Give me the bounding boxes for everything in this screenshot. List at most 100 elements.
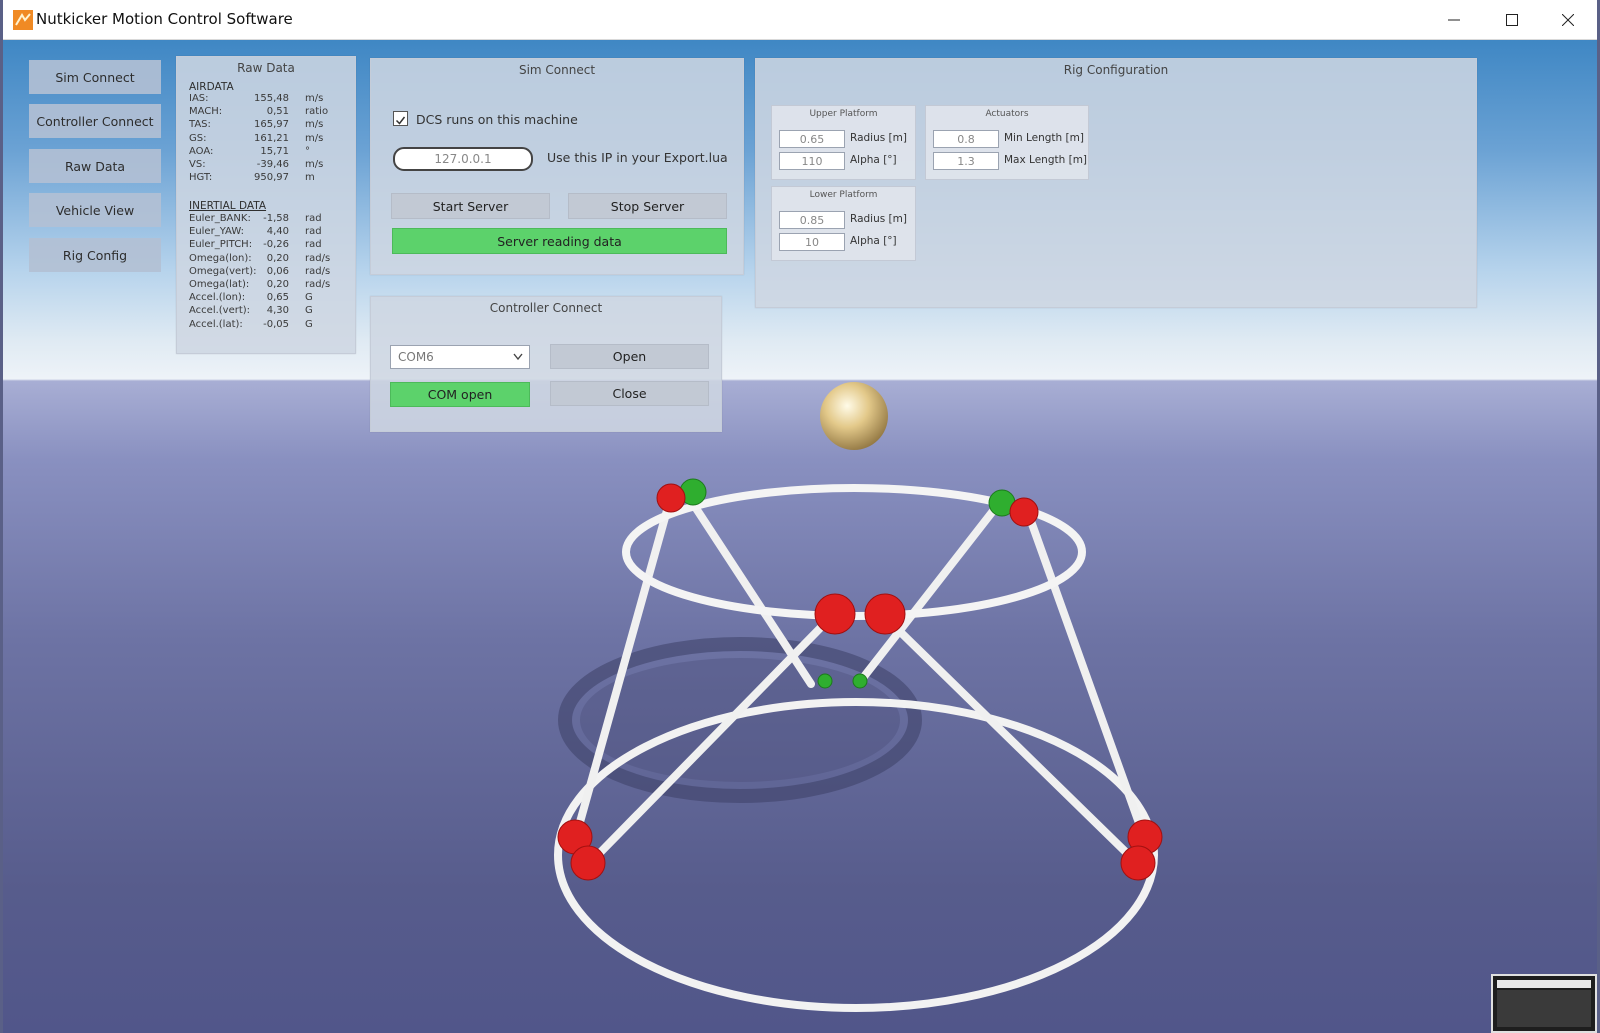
inertial-value: 0,20: [266, 279, 289, 290]
actuators-title: Actuators: [985, 109, 1029, 119]
inertial-unit: rad: [305, 239, 322, 251]
airdata-value: 161,21: [254, 132, 289, 144]
window-thumbnail: [1491, 974, 1597, 1033]
actuators-group: Actuators 0.8 Min Length [m] 1.3 Max Len…: [925, 105, 1089, 180]
airdata-value: 15,71: [260, 145, 289, 157]
lower-alpha-input[interactable]: 10: [779, 233, 845, 251]
com-port-select[interactable]: COM6: [390, 345, 530, 369]
com-status-indicator: COM open: [390, 382, 530, 407]
start-server-button[interactable]: Start Server: [391, 193, 550, 219]
inertial-unit: G: [305, 292, 313, 304]
inertial-name: Euler_BANK:: [189, 213, 251, 224]
rig-configuration-title: Rig Configuration: [1063, 63, 1169, 77]
upper-radius-label: Radius [m]: [850, 132, 907, 144]
server-status-indicator: Server reading data: [392, 228, 727, 254]
inertial-row: Euler_PITCH: -0,26 rad: [177, 238, 347, 251]
min-length-input[interactable]: 0.8: [933, 130, 999, 148]
maximize-button[interactable]: [1483, 0, 1541, 39]
dcs-local-label: DCS runs on this machine: [416, 112, 578, 127]
raw-data-title: Raw Data: [237, 61, 295, 75]
sim-connect-panel: Sim Connect DCS runs on this machine 127…: [370, 58, 744, 275]
upper-radius-input[interactable]: 0.65: [779, 130, 845, 148]
app-logo-icon: [13, 10, 33, 30]
airdata-unit: m/s: [305, 93, 324, 104]
com-port-value: COM6: [398, 350, 434, 364]
inertial-header: INERTIAL DATA: [189, 200, 267, 212]
controller-connect-panel: Controller Connect COM6 Open COM open Cl…: [370, 296, 722, 432]
nav-sim-connect[interactable]: Sim Connect: [29, 60, 161, 94]
nav-raw-data[interactable]: Raw Data: [29, 149, 161, 183]
airdata-name: MACH:: [189, 106, 223, 118]
close-window-button[interactable]: [1539, 0, 1597, 39]
lower-radius-label: Radius [m]: [850, 213, 907, 225]
dcs-local-checkbox[interactable]: [393, 111, 408, 126]
inertial-value: 0,06: [266, 265, 289, 277]
chevron-down-icon: [513, 353, 523, 361]
airdata-name: VS:: [189, 159, 206, 170]
inertial-value: -0,05: [263, 318, 289, 330]
inertial-row: Omega(lat): 0,20 rad/s: [177, 278, 347, 291]
upper-alpha-label: Alpha [°]: [850, 154, 897, 166]
nav-controller-connect[interactable]: Controller Connect: [29, 104, 161, 138]
airdata-value: 950,97: [254, 172, 289, 184]
inertial-row: Accel.(vert): 4,30 G: [177, 304, 347, 317]
inertial-unit: rad: [305, 226, 322, 238]
max-length-input[interactable]: 1.3: [933, 152, 999, 170]
airdata-name: IAS:: [189, 93, 209, 104]
ip-address-field[interactable]: 127.0.0.1: [393, 147, 533, 171]
target-ball: [820, 382, 888, 450]
airdata-name: GS:: [189, 132, 207, 144]
airdata-name: AOA:: [189, 145, 214, 157]
inertial-name: Accel.(lon):: [189, 292, 246, 304]
inertial-unit: rad/s: [305, 252, 331, 264]
airdata-row: MACH: 0,51 ratio: [177, 105, 347, 118]
minimize-button[interactable]: [1425, 0, 1483, 39]
airdata-row: IAS: 155,48 m/s: [177, 92, 347, 105]
inertial-name: Omega(lon):: [189, 252, 252, 264]
inertial-unit: rad/s: [305, 279, 331, 290]
ip-hint-label: Use this IP in your Export.lua: [547, 150, 728, 165]
open-com-button[interactable]: Open: [550, 344, 709, 369]
close-com-button[interactable]: Close: [550, 381, 709, 406]
platform-shadow-inner: [580, 658, 900, 782]
maximize-icon: [1506, 13, 1518, 26]
vehicle-viewport[interactable]: Sim Connect Controller Connect Raw Data …: [3, 40, 1597, 1033]
inertial-name: Euler_YAW:: [189, 226, 244, 238]
nav-rig-config[interactable]: Rig Config: [29, 238, 161, 272]
inertial-value: -0,26: [263, 239, 289, 251]
airdata-value: 0,51: [266, 106, 289, 118]
lower-radius-input[interactable]: 0.85: [779, 211, 845, 229]
airdata-value: 155,48: [254, 93, 289, 104]
title-bar: Nutkicker Motion Control Software: [3, 0, 1597, 40]
upper-alpha-input[interactable]: 110: [779, 152, 845, 170]
inertial-name: Accel.(vert):: [189, 305, 251, 317]
inertial-value: -1,58: [263, 213, 289, 224]
airdata-row: VS: -39,46 m/s: [177, 158, 347, 171]
close-icon: [1562, 13, 1574, 26]
inertial-name: Euler_PITCH:: [189, 239, 253, 251]
airdata-unit: m/s: [305, 159, 324, 170]
minimize-icon: [1448, 19, 1460, 20]
inertial-unit: G: [305, 305, 313, 317]
inertial-name: Omega(vert):: [189, 265, 257, 277]
airdata-unit: m/s: [305, 119, 324, 131]
inertial-row: Omega(vert): 0,06 rad/s: [177, 265, 347, 278]
airdata-row: GS: 161,21 m/s: [177, 132, 347, 145]
inertial-row: Accel.(lon): 0,65 G: [177, 291, 347, 304]
inertial-unit: rad: [305, 213, 322, 224]
stop-server-button[interactable]: Stop Server: [568, 193, 727, 219]
controller-connect-title: Controller Connect: [489, 301, 603, 315]
airdata-unit: °: [305, 145, 310, 157]
inertial-unit: G: [305, 318, 313, 330]
lower-alpha-label: Alpha [°]: [850, 235, 897, 247]
window-title: Nutkicker Motion Control Software: [36, 10, 293, 28]
airdata-value: 165,97: [254, 119, 289, 131]
airdata-row: TAS: 165,97 m/s: [177, 118, 347, 131]
raw-data-panel: Raw Data AIRDATA IAS: 155,48 m/s MACH: 0,51 r…: [176, 56, 356, 354]
inertial-row: Euler_YAW: 4,40 rad: [177, 225, 347, 238]
checkmark-icon: [395, 116, 406, 125]
nav-vehicle-view[interactable]: Vehicle View: [29, 193, 161, 227]
airdata-unit: m/s: [305, 132, 324, 144]
airdata-unit: ratio: [305, 106, 329, 118]
lower-platform-group: Lower Platform 0.85 Radius [m] 10 Alpha …: [771, 186, 916, 261]
